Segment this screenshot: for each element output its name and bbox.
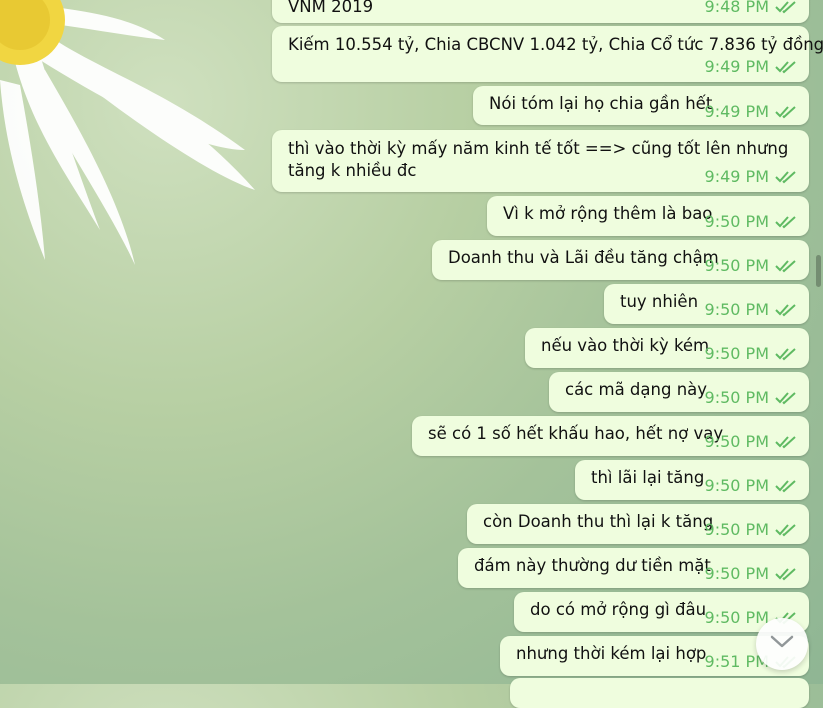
message-text: nếu vào thời kỳ kém	[541, 336, 710, 355]
message-time: 9:50 PM	[704, 212, 769, 231]
double-check-icon	[775, 303, 797, 317]
chevron-down-icon	[769, 634, 795, 654]
message-time: 9:50 PM	[704, 432, 769, 451]
message-bubble[interactable]: Nói tóm lại họ chia gần hết 9:49 PM	[473, 86, 809, 125]
message-text: đám này thường dư tiền mặt	[474, 556, 711, 575]
message-time: 9:49 PM	[704, 102, 769, 121]
message-time: 9:50 PM	[704, 564, 769, 583]
message-text: Nói tóm lại họ chia gần hết	[489, 94, 713, 113]
message-time: 9:50 PM	[704, 300, 769, 319]
double-check-icon	[775, 0, 797, 14]
scrollbar-thumb[interactable]	[816, 255, 821, 287]
double-check-icon	[775, 60, 797, 74]
message-time: 9:48 PM	[704, 0, 769, 16]
double-check-icon	[775, 105, 797, 119]
message-time: 9:50 PM	[704, 476, 769, 495]
double-check-icon	[775, 170, 797, 184]
message-bubble-partial[interactable]	[510, 678, 809, 708]
message-bubble[interactable]: tuy nhiên 9:50 PM	[604, 284, 809, 324]
double-check-icon	[775, 567, 797, 581]
message-text: VNM 2019	[288, 0, 374, 16]
double-check-icon	[775, 523, 797, 537]
message-text: các mã dạng này	[565, 380, 708, 399]
message-bubble[interactable]: các mã dạng này 9:50 PM	[549, 372, 809, 412]
message-bubble[interactable]: nếu vào thời kỳ kém 9:50 PM	[525, 328, 809, 368]
message-time: 9:50 PM	[704, 344, 769, 363]
message-bubble[interactable]: sẽ có 1 số hết khấu hao, hết nợ vay 9:50…	[412, 416, 809, 456]
message-bubble[interactable]: thì vào thời kỳ mấy năm kinh tế tốt ==> …	[272, 130, 809, 192]
message-text: tuy nhiên	[620, 292, 699, 311]
message-bubble[interactable]: đám này thường dư tiền mặt 9:50 PM	[458, 548, 809, 588]
message-time: 9:49 PM	[704, 167, 769, 186]
message-text: Kiếm 10.554 tỷ, Chia CBCNV 1.042 tỷ, Chi…	[288, 35, 823, 54]
message-text: Vì k mở rộng thêm là bao	[503, 204, 713, 223]
message-time: 9:50 PM	[704, 256, 769, 275]
message-time: 9:49 PM	[704, 57, 769, 76]
double-check-icon	[775, 435, 797, 449]
message-bubble[interactable]: Kiếm 10.554 tỷ, Chia CBCNV 1.042 tỷ, Chi…	[272, 26, 823, 82]
double-check-icon	[775, 391, 797, 405]
double-check-icon	[775, 215, 797, 229]
scroll-to-bottom-button[interactable]	[756, 618, 808, 670]
message-text: còn Doanh thu thì lại k tăng	[483, 512, 714, 531]
message-bubble[interactable]: còn Doanh thu thì lại k tăng 9:50 PM	[467, 504, 809, 544]
message-text: do có mở rộng gì đâu	[530, 600, 707, 619]
message-time: 9:50 PM	[704, 388, 769, 407]
double-check-icon	[775, 479, 797, 493]
message-bubble[interactable]: Doanh thu và Lãi đều tăng chậm 9:50 PM	[432, 240, 809, 280]
double-check-icon	[775, 259, 797, 273]
message-bubble[interactable]: thì lãi lại tăng 9:50 PM	[575, 460, 809, 500]
chat-history[interactable]: VNM 2019 9:48 PM Kiếm 10.554 tỷ, Chia CB…	[0, 0, 823, 708]
message-time: 9:50 PM	[704, 608, 769, 627]
message-bubble[interactable]: VNM 2019 9:48 PM	[272, 0, 809, 23]
message-time: 9:50 PM	[704, 520, 769, 539]
message-text: sẽ có 1 số hết khấu hao, hết nợ vay	[428, 424, 724, 443]
message-text: nhưng thời kém lại hợp	[516, 644, 707, 663]
double-check-icon	[775, 347, 797, 361]
message-text: thì lãi lại tăng	[591, 468, 705, 487]
message-text: Doanh thu và Lãi đều tăng chậm	[448, 248, 719, 267]
message-bubble[interactable]: Vì k mở rộng thêm là bao 9:50 PM	[487, 196, 809, 236]
